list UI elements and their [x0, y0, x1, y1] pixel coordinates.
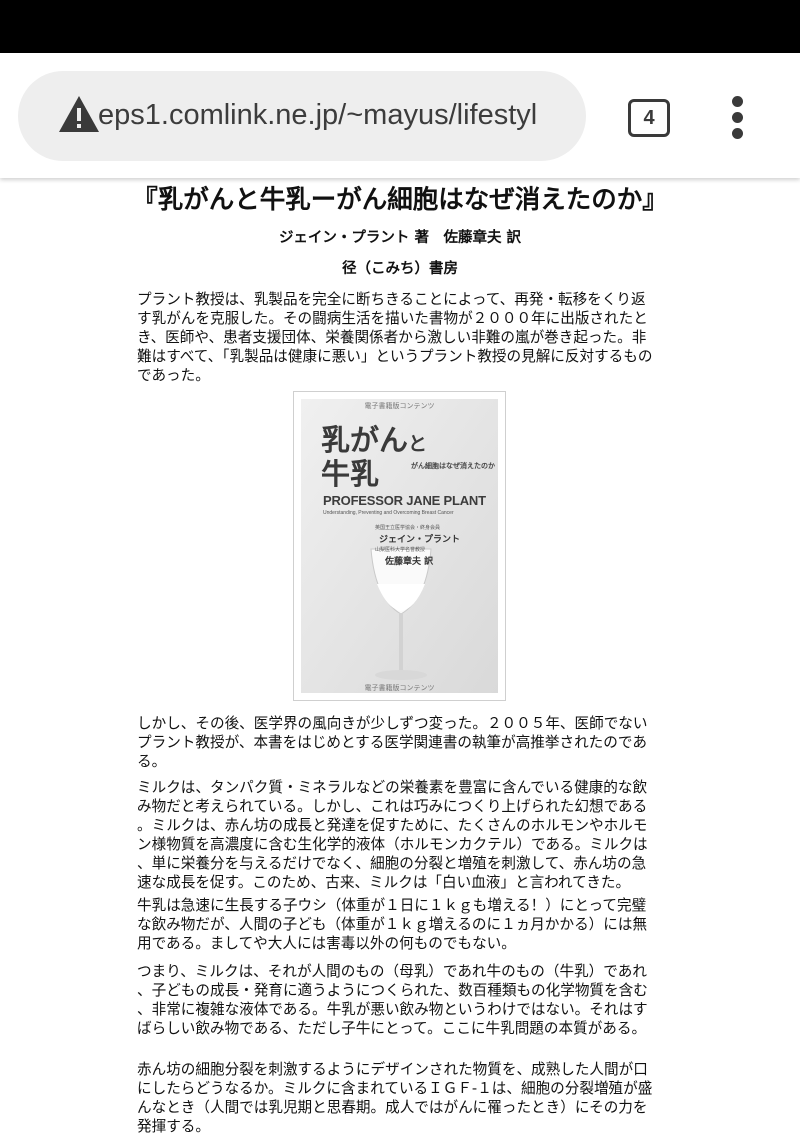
cover-subtitle: がん細胞はなぜ消えたのか — [411, 462, 495, 470]
book-cover-image: 電子書籍版コンテンツ 乳がんと 牛乳 がん細胞はなぜ消えたのか PROFESSO… — [293, 391, 506, 701]
cover-english-title: PROFESSOR JANE PLANT — [323, 493, 486, 508]
book-cover: 電子書籍版コンテンツ 乳がんと 牛乳 がん細胞はなぜ消えたのか PROFESSO… — [301, 399, 498, 693]
cover-bottom-note: 電子書籍版コンテンツ — [364, 684, 435, 692]
article-paragraph: 赤ん坊の細胞分裂を刺激するようにデザインされた物質を、成熟した人間が口にしたらど… — [137, 1061, 653, 1135]
status-bar — [0, 0, 800, 53]
article-paragraph: つまり、ミルクは、それが人間のもの（母乳）であれ牛のもの（牛乳）であれ、子どもの… — [137, 963, 648, 1037]
browser-toolbar: eps1.comlink.ne.jp/~mayus/lifestyl 4 — [0, 53, 800, 178]
cover-title-line2: 牛乳 — [321, 457, 380, 491]
tab-count: 4 — [643, 106, 655, 129]
address-bar[interactable]: eps1.comlink.ne.jp/~mayus/lifestyl — [18, 71, 586, 161]
article-paragraph: しかし、その後、医学界の風向きが少しずつ変った。２００５年、医師でないプラント教… — [137, 715, 648, 770]
author-line: ジェイン・プラント 著 佐藤章夫 訳 — [278, 230, 522, 246]
article-paragraph: 牛乳は急速に生長する子ウシ（体重が１日に１ｋｇも増える！）にとって完璧な飲み物だ… — [137, 897, 648, 952]
article-paragraph: ミルクは、タンパク質・ミネラルなどの栄養素を豊富に含んでいる健康的な飲み物だと考… — [137, 779, 648, 891]
cover-english-subtitle: Understanding, Preventing and Overcoming… — [323, 510, 454, 516]
publisher-line: 径（こみち）書房 — [342, 261, 458, 277]
page-title: 『乳がんと牛乳ーがん細胞はなぜ消えたのか』 — [132, 185, 668, 215]
vertical-dots-menu-icon[interactable] — [724, 96, 752, 140]
article-paragraph: プラント教授は、乳製品を完全に断ちきることによって、再発・転移をくり返す乳がんを… — [137, 291, 653, 384]
cover-author: ジェイン・プラント — [379, 535, 461, 545]
cover-translator: 佐藤章夫 訳 — [385, 557, 434, 567]
warning-triangle-icon[interactable] — [58, 95, 100, 133]
cover-top-note: 電子書籍版コンテンツ — [364, 402, 435, 410]
cover-author-role: 英国王立医学協会・終身会員 — [375, 525, 441, 531]
web-page-content: 『乳がんと牛乳ーがん細胞はなぜ消えたのか』 ジェイン・プラント 著 佐藤章夫 訳… — [0, 178, 800, 1137]
tab-switcher-button[interactable]: 4 — [628, 99, 670, 137]
cover-translator-role: 山梨医科大学名誉教授 — [375, 547, 426, 553]
url-text[interactable]: eps1.comlink.ne.jp/~mayus/lifestyl — [98, 95, 537, 135]
